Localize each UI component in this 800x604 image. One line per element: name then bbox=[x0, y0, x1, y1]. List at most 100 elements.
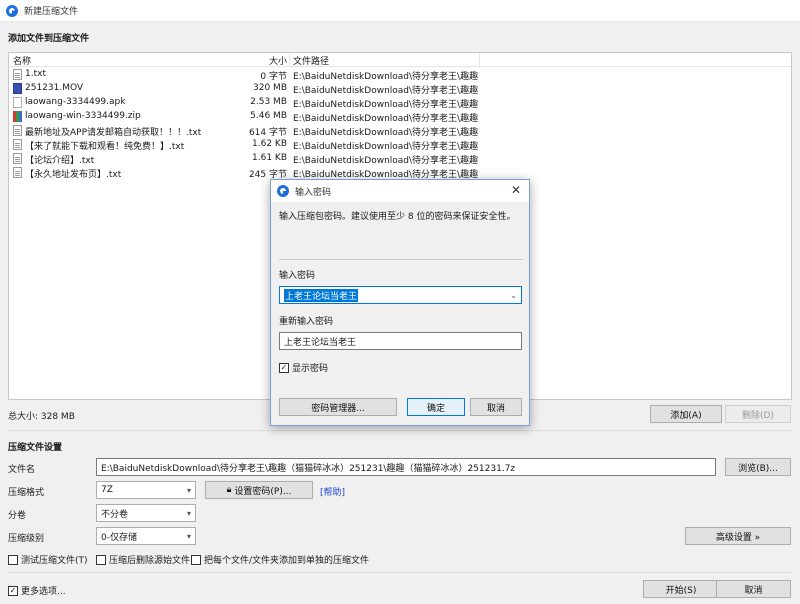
text-file-icon bbox=[13, 125, 22, 136]
show-password-checkbox[interactable]: ✓ 显示密码 bbox=[279, 361, 328, 374]
text-file-icon bbox=[13, 153, 22, 164]
column-separator[interactable] bbox=[479, 53, 480, 67]
file-path: E:\BaiduNetdiskDownload\待分享老王\趣趣 bbox=[293, 142, 479, 152]
settings-section-title: 压缩文件设置 bbox=[8, 443, 63, 453]
dialog-title: 输入密码 bbox=[295, 187, 332, 198]
file-path: E:\BaiduNetdiskDownload\待分享老王\趣趣 bbox=[293, 128, 479, 138]
file-size: 2.53 MB bbox=[250, 97, 287, 107]
list-header: 名称 大小 文件路径 bbox=[9, 53, 791, 67]
level-value: 0-仅存储 bbox=[101, 532, 137, 543]
set-password-label: 设置密码(P)... bbox=[234, 486, 292, 497]
table-row[interactable]: 【永久地址发布页】.txt 245 字节 E:\BaiduNetdiskDown… bbox=[9, 166, 791, 180]
set-password-button[interactable]: 🔒︎ 设置密码(P)... bbox=[205, 481, 313, 499]
level-label: 压缩级别 bbox=[8, 534, 45, 544]
checkbox-box[interactable]: ✓ bbox=[8, 585, 18, 596]
split-select[interactable]: 不分卷 ▾ bbox=[96, 504, 196, 522]
remove-button[interactable]: 删除(D) bbox=[725, 405, 791, 423]
zip-file-icon bbox=[13, 111, 22, 122]
file-size: 1.62 KB bbox=[252, 139, 287, 149]
dialog-title-bar: 输入密码 ✕ bbox=[271, 180, 529, 202]
file-name: 1.txt bbox=[25, 69, 46, 79]
password-value: 上老王论坛当老王 bbox=[284, 288, 359, 302]
file-size: 320 MB bbox=[253, 83, 287, 93]
cancel-button[interactable]: 取消 bbox=[716, 580, 791, 598]
table-row[interactable]: laowang-3334499.apk 2.53 MB E:\BaiduNetd… bbox=[9, 96, 791, 110]
table-row[interactable]: 1.txt 0 字节 E:\BaiduNetdiskDownload\待分享老王… bbox=[9, 68, 791, 82]
column-header-size[interactable]: 大小 bbox=[209, 54, 287, 67]
file-name: laowang-3334499.apk bbox=[25, 97, 126, 107]
help-link[interactable]: [帮助] bbox=[320, 485, 345, 498]
divider bbox=[279, 259, 523, 260]
level-select[interactable]: 0-仅存储 ▾ bbox=[96, 527, 196, 545]
window-title: 新建压缩文件 bbox=[24, 7, 79, 17]
dialog-cancel-button[interactable]: 取消 bbox=[470, 398, 522, 416]
table-row[interactable]: 最新地址及APP请发邮箱自动获取！！！.txt 614 字节 E:\BaiduN… bbox=[9, 124, 791, 138]
filename-input[interactable]: E:\BaiduNetdiskDownload\待分享老王\趣趣（猫猫碎冰冰）2… bbox=[96, 458, 716, 476]
format-value: 7Z bbox=[101, 485, 113, 495]
password-dialog: 输入密码 ✕ 输入压缩包密码。建议使用至少 8 位的密码来保证安全性。 输入密码… bbox=[270, 179, 530, 426]
table-row[interactable]: 251231.MOV 320 MB E:\BaiduNetdiskDownloa… bbox=[9, 82, 791, 96]
reenter-password-input[interactable]: 上老王论坛当老王 bbox=[279, 332, 522, 350]
file-name: 最新地址及APP请发邮箱自动获取！！！.txt bbox=[25, 128, 202, 138]
app-logo-icon bbox=[277, 185, 289, 197]
format-select[interactable]: 7Z ▾ bbox=[96, 481, 196, 499]
add-section-title: 添加文件到压缩文件 bbox=[8, 34, 90, 44]
file-size: 614 字节 bbox=[248, 128, 287, 138]
column-separator[interactable] bbox=[289, 53, 290, 67]
start-button[interactable]: 开始(S) bbox=[643, 580, 719, 598]
checkbox-box[interactable] bbox=[191, 554, 201, 565]
show-password-label: 显示密码 bbox=[292, 364, 329, 374]
file-path: E:\BaiduNetdiskDownload\待分享老王\趣趣 bbox=[293, 72, 479, 82]
dialog-message: 输入压缩包密码。建议使用至少 8 位的密码来保证安全性。 bbox=[279, 212, 516, 222]
video-file-icon bbox=[13, 83, 22, 94]
test-archive-checkbox[interactable]: 测试压缩文件(T) bbox=[8, 553, 88, 566]
table-row[interactable]: 【论坛介绍】.txt 1.61 KB E:\BaiduNetdiskDownlo… bbox=[9, 152, 791, 166]
separate-archives-label: 把每个文件/文件夹添加到单独的压缩文件 bbox=[204, 556, 370, 566]
close-icon[interactable]: ✕ bbox=[511, 183, 521, 197]
password-input[interactable]: 上老王论坛当老王 ⌄ bbox=[279, 286, 522, 304]
more-options-checkbox[interactable]: ✓ 更多选项... bbox=[8, 584, 66, 597]
lock-icon: 🔒︎ bbox=[226, 485, 232, 495]
more-options-label: 更多选项... bbox=[21, 587, 66, 597]
total-size: 总大小: 328 MB bbox=[8, 412, 75, 422]
app-logo-icon bbox=[6, 4, 18, 17]
separate-archives-checkbox[interactable]: 把每个文件/文件夹添加到单独的压缩文件 bbox=[191, 553, 369, 566]
file-size: 0 字节 bbox=[260, 72, 287, 82]
file-name: laowang-win-3334499.zip bbox=[25, 111, 141, 121]
text-file-icon bbox=[13, 139, 22, 150]
file-size: 5.46 MB bbox=[250, 111, 287, 121]
table-row[interactable]: laowang-win-3334499.zip 5.46 MB E:\Baidu… bbox=[9, 110, 791, 124]
table-row[interactable]: 【来了就能下载和观看！纯免费！】.txt 1.62 KB E:\BaiduNet… bbox=[9, 138, 791, 152]
file-name: 251231.MOV bbox=[25, 83, 84, 93]
checkbox-box[interactable] bbox=[8, 554, 18, 565]
file-name: 【来了就能下载和观看！纯免费！】.txt bbox=[25, 142, 185, 152]
reenter-password-label: 重新输入密码 bbox=[279, 317, 334, 327]
split-value: 不分卷 bbox=[101, 509, 129, 520]
chevron-down-icon: ▾ bbox=[186, 486, 191, 495]
chevron-down-icon: ▾ bbox=[186, 532, 191, 541]
divider bbox=[8, 572, 792, 573]
file-size: 1.61 KB bbox=[252, 153, 287, 163]
divider bbox=[8, 430, 792, 431]
delete-source-checkbox[interactable]: 压缩后删除源始文件 bbox=[96, 553, 190, 566]
password-manager-button[interactable]: 密码管理器... bbox=[279, 398, 397, 416]
browse-button[interactable]: 浏览(B)... bbox=[725, 458, 791, 476]
add-button[interactable]: 添加(A) bbox=[650, 405, 722, 423]
checkbox-box[interactable]: ✓ bbox=[279, 362, 289, 373]
filename-label: 文件名 bbox=[8, 465, 36, 475]
checkbox-box[interactable] bbox=[96, 554, 106, 565]
file-path: E:\BaiduNetdiskDownload\待分享老王\趣趣 bbox=[293, 100, 479, 110]
file-path: E:\BaiduNetdiskDownload\待分享老王\趣趣 bbox=[293, 156, 479, 166]
column-header-name[interactable]: 名称 bbox=[13, 54, 31, 67]
file-path: E:\BaiduNetdiskDownload\待分享老王\趣趣 bbox=[293, 114, 479, 124]
file-name: 【论坛介绍】.txt bbox=[25, 156, 95, 166]
split-label: 分卷 bbox=[8, 511, 27, 521]
chevron-down-icon[interactable]: ⌄ bbox=[510, 291, 517, 300]
title-bar: 新建压缩文件 bbox=[0, 0, 800, 22]
advanced-settings-button[interactable]: 高级设置 » bbox=[685, 527, 791, 545]
ok-button[interactable]: 确定 bbox=[407, 398, 465, 416]
apk-file-icon bbox=[13, 97, 22, 108]
text-file-icon bbox=[13, 167, 22, 178]
file-name: 【永久地址发布页】.txt bbox=[25, 170, 122, 180]
column-header-path[interactable]: 文件路径 bbox=[293, 54, 329, 67]
